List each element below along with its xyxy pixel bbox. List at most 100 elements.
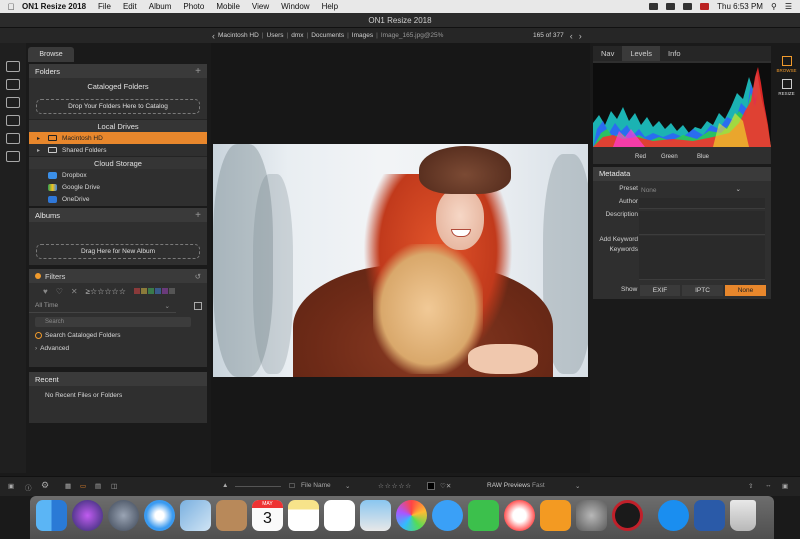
volume-icon[interactable] (683, 3, 693, 10)
folders-icon[interactable] (6, 115, 20, 126)
albums-header[interactable]: Albums + (29, 208, 207, 222)
facetime-icon[interactable] (468, 500, 499, 531)
module-browse[interactable]: BROWSE (773, 56, 800, 73)
catalog-drop-zone[interactable]: Drop Your Folders Here to Catalog (36, 99, 200, 114)
wifi-icon[interactable] (666, 3, 676, 10)
preset-select[interactable]: None ⌄ (639, 185, 765, 196)
app-menu[interactable]: ON1 Resize 2018 (22, 2, 86, 11)
sort-field[interactable]: File Name (301, 482, 331, 489)
crumb-users[interactable]: Users (267, 32, 284, 39)
menu-window[interactable]: Window (281, 2, 309, 11)
path-back-icon[interactable]: ‹ (212, 31, 215, 41)
previous-image-icon[interactable]: ‹ (570, 31, 573, 41)
clock[interactable]: Thu 6:53 PM (717, 2, 763, 11)
tab-info[interactable]: Info (660, 46, 689, 61)
author-field[interactable] (639, 198, 765, 209)
share-icon[interactable]: ⇧ (748, 482, 753, 490)
crumb-documents[interactable]: Documents (311, 32, 344, 39)
tab-levels[interactable]: Levels (622, 46, 661, 61)
album-drop-zone[interactable]: Drag Here for New Album (36, 244, 200, 259)
gear-icon[interactable]: ⚙ (41, 480, 49, 491)
folders-header[interactable]: Folders + (29, 64, 207, 78)
photos-icon[interactable] (396, 500, 427, 531)
show-none-button[interactable]: None (725, 285, 766, 296)
menu-album[interactable]: Album (149, 2, 172, 11)
color-label-filter[interactable] (133, 288, 175, 294)
cloud-item-google-drive[interactable]: Google Drive (29, 181, 207, 193)
messages-icon[interactable] (432, 500, 463, 531)
preview-icon[interactable] (360, 500, 391, 531)
contacts-icon[interactable] (216, 500, 247, 531)
show-exif-button[interactable]: EXIF (640, 285, 680, 296)
notes-icon[interactable] (288, 500, 319, 531)
grid-view-icon[interactable]: ▦ (65, 482, 71, 490)
apple-menu-icon[interactable]:  (0, 2, 22, 12)
menu-view[interactable]: View (252, 2, 269, 11)
cloud-icon[interactable] (6, 133, 20, 144)
search-cataloged-option[interactable]: Search Cataloged Folders (29, 329, 207, 342)
cloud-item-onedrive[interactable]: OneDrive (29, 193, 207, 205)
calendar-icon[interactable]: MAY 3 (252, 500, 283, 531)
add-folder-icon[interactable]: + (195, 66, 201, 77)
list-view-icon[interactable] (194, 302, 202, 310)
filters-active-dot[interactable] (35, 273, 41, 279)
show-iptc-button[interactable]: IPTC (682, 285, 723, 296)
recent-header[interactable]: Recent (29, 372, 207, 386)
crumb-images[interactable]: Images (352, 32, 373, 39)
display-status-icon[interactable] (649, 3, 659, 10)
filmstrip-view-icon[interactable]: ▤ (95, 482, 101, 490)
menu-help[interactable]: Help (322, 2, 338, 11)
system-preferences-icon[interactable] (576, 500, 607, 531)
heart-outline-icon[interactable]: ♡ (56, 287, 63, 296)
siri-icon[interactable] (72, 500, 103, 531)
toggle-panel-icon[interactable]: ▣ (8, 482, 14, 490)
notification-center-icon[interactable]: ☰ (785, 2, 792, 11)
heart-filled-icon[interactable]: ♥ (43, 287, 48, 296)
metadata-title[interactable]: Metadata (593, 167, 771, 181)
zoom-out-icon[interactable]: ▲ (222, 482, 228, 489)
expand-icon[interactable]: ▸ (37, 135, 43, 142)
help-icon[interactable]: ⓘ (25, 482, 32, 492)
menu-edit[interactable]: Edit (123, 2, 137, 11)
cloud-item-dropbox[interactable]: Dropbox (29, 169, 207, 181)
advanced-toggle[interactable]: › Advanced (29, 342, 207, 355)
channel-red[interactable]: Red (635, 154, 646, 160)
downloads-icon[interactable] (694, 500, 725, 531)
channel-blue[interactable]: Blue (697, 154, 709, 160)
trash-icon[interactable] (730, 500, 756, 531)
mail-icon[interactable] (180, 500, 211, 531)
reminders-icon[interactable] (324, 500, 355, 531)
module-resize[interactable]: RESIZE (773, 79, 800, 96)
collapse-icon[interactable]: ↔ (765, 482, 772, 489)
on1-resize-icon[interactable] (612, 500, 643, 531)
detail-view-icon[interactable]: ▭ (80, 482, 86, 490)
reset-filters-icon[interactable]: ↺ (195, 272, 201, 281)
folder-icon[interactable] (6, 97, 20, 108)
keywords-field[interactable] (639, 246, 765, 280)
flag-icon[interactable] (700, 3, 710, 10)
zoom-slider[interactable] (235, 486, 281, 487)
menu-file[interactable]: File (98, 2, 111, 11)
rating-stars[interactable]: ☆☆☆☆☆ (378, 482, 412, 490)
computer-icon[interactable] (6, 61, 20, 72)
next-image-icon[interactable]: › (579, 31, 582, 41)
ibooks-icon[interactable] (540, 500, 571, 531)
reject-icon[interactable]: ✕ (71, 287, 78, 296)
albums-icon[interactable] (6, 151, 20, 162)
radio-icon[interactable] (35, 332, 42, 339)
crumb-macintosh-hd[interactable]: Macintosh HD (218, 32, 259, 39)
description-field[interactable] (639, 211, 765, 235)
color-label-swatch[interactable] (427, 482, 435, 490)
finder-icon[interactable] (36, 500, 67, 531)
launchpad-icon[interactable] (108, 500, 139, 531)
app-store-icon[interactable] (658, 500, 689, 531)
tab-browse[interactable]: Browse (28, 47, 74, 62)
like-reject-icon[interactable]: ♡✕ (440, 482, 451, 490)
folder-item-macintosh-hd[interactable]: ▸ Macintosh HD (29, 132, 207, 144)
spotlight-icon[interactable]: ⚲ (771, 2, 777, 11)
menu-photo[interactable]: Photo (183, 2, 204, 11)
filter-search-input[interactable]: Search (35, 317, 191, 327)
folder-item-shared-folders[interactable]: ▸ Shared Folders (29, 144, 207, 156)
add-album-icon[interactable]: + (195, 210, 201, 221)
menu-mobile[interactable]: Mobile (216, 2, 240, 11)
